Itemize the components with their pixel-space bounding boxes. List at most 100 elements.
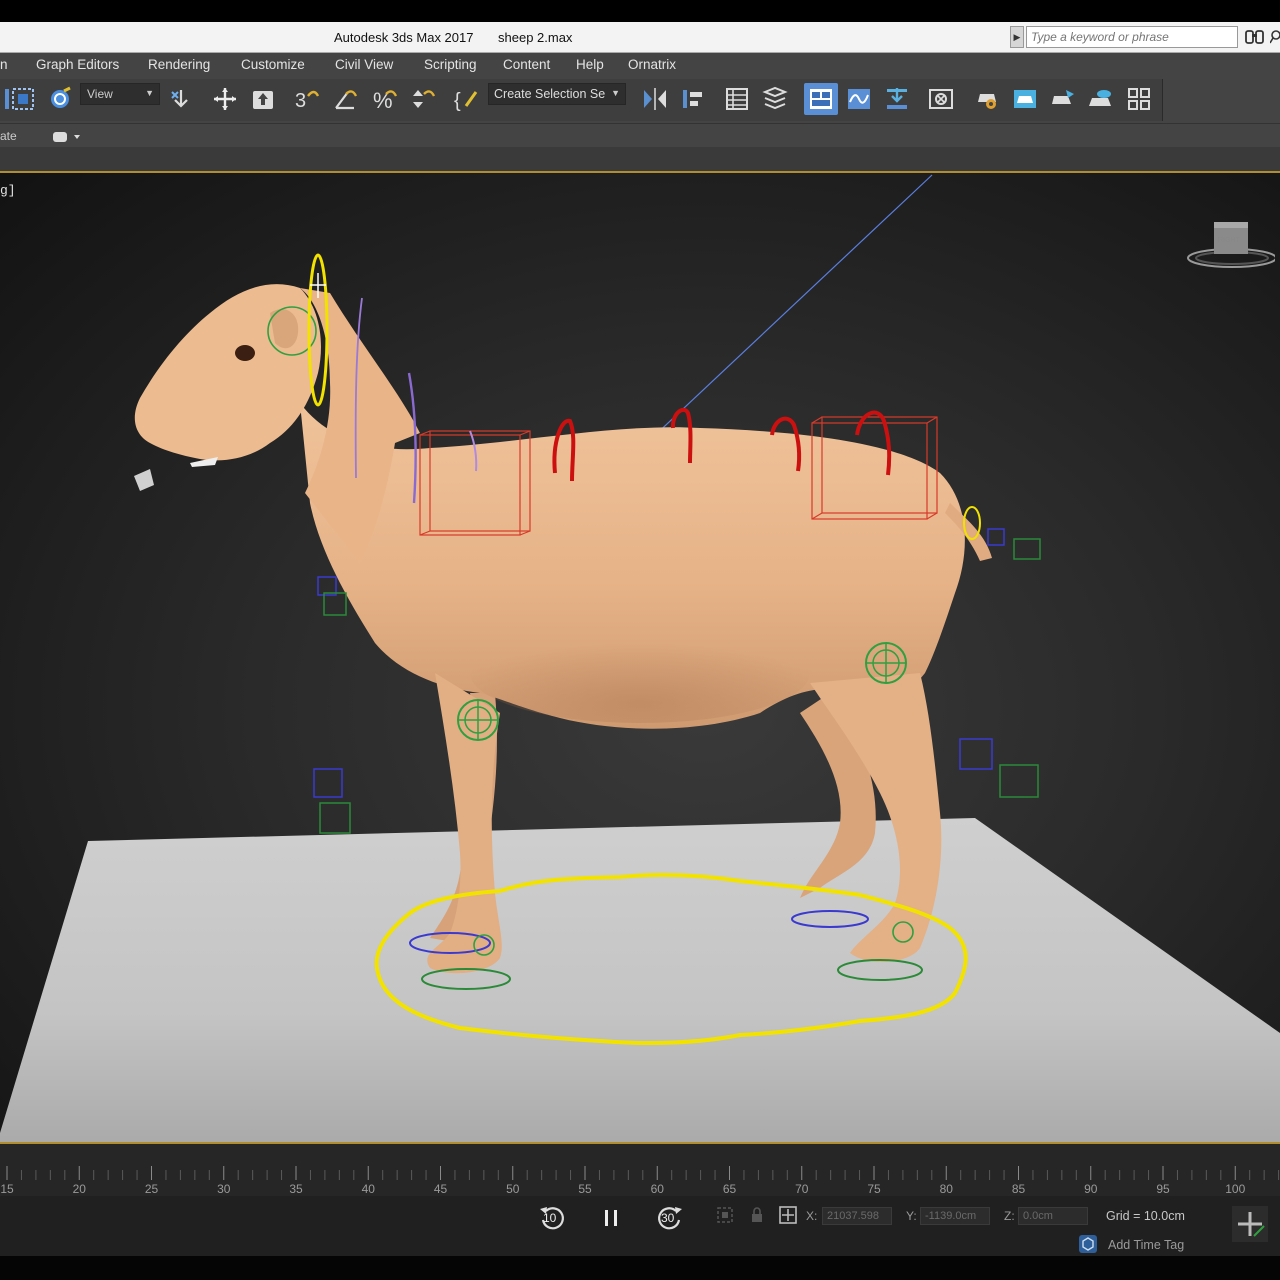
named-selection-value: Create Selection Se <box>494 87 606 101</box>
scene-explorer-icon[interactable] <box>724 86 750 112</box>
y-label: Y: <box>906 1209 917 1223</box>
percent-snap-icon[interactable]: % <box>372 86 398 113</box>
timeline-tick-label: 65 <box>722 1182 737 1196</box>
timeline-tick-label: 25 <box>144 1182 159 1196</box>
shoulder-box-green[interactable] <box>323 592 347 616</box>
tail-box-green[interactable] <box>1013 538 1041 560</box>
front-ik-box-green[interactable] <box>319 802 351 834</box>
search-expand-arrow-icon[interactable]: ▶ <box>1010 26 1024 48</box>
y-coordinate-field[interactable]: -1139.0cm <box>920 1207 990 1225</box>
layer-explorer-icon[interactable] <box>762 86 788 112</box>
ground-plane[interactable] <box>0 818 1280 1143</box>
sheep-head[interactable] <box>134 284 321 461</box>
chevron-down-icon: ▼ <box>611 88 620 98</box>
curve-editor-icon[interactable] <box>846 86 872 112</box>
svg-text:3: 3 <box>295 90 306 112</box>
step-forward-frames: 30 <box>661 1211 675 1225</box>
ribbon-options-icon[interactable] <box>52 130 80 142</box>
front-ik-box-blue[interactable] <box>313 768 343 798</box>
select-region-icon[interactable] <box>10 86 36 112</box>
svg-text:{: { <box>454 90 461 112</box>
spinner-snap-icon[interactable] <box>410 86 436 112</box>
named-selection-dropdown[interactable]: Create Selection Se ▼ <box>488 83 626 105</box>
add-time-tag-button[interactable]: Add Time Tag <box>1108 1238 1184 1252</box>
menu-item-graph-editors[interactable]: Graph Editors <box>36 57 119 72</box>
timeline-tick-label: 20 <box>72 1182 86 1196</box>
menu-item-help[interactable]: Help <box>576 57 604 72</box>
edit-named-selection-icon[interactable]: { <box>454 86 480 112</box>
reference-coordinate-value: View <box>87 87 113 101</box>
add-icon[interactable] <box>1232 1206 1268 1242</box>
timeline-tick-label: 50 <box>506 1182 520 1196</box>
ribbon-panel <box>0 147 1280 171</box>
screen-bottom-edge <box>0 1256 1280 1280</box>
app-title: Autodesk 3ds Max 2017 <box>334 30 474 45</box>
timeline-tick-label: 80 <box>939 1182 953 1196</box>
snaps-toggle-3d-icon[interactable]: 3 <box>294 86 320 112</box>
menu-bar: n Graph Editors Rendering Customize Civi… <box>0 53 1280 77</box>
timeline-tick-label: 75 <box>867 1182 881 1196</box>
viewport-label[interactable]: g] <box>0 183 16 198</box>
toggle-ribbon-icon[interactable] <box>804 83 838 115</box>
timeline-tick-label: 45 <box>433 1182 448 1196</box>
menu-item-scripting[interactable]: Scripting <box>424 57 477 72</box>
ribbon-row: ate <box>0 123 1280 148</box>
info-center-icon[interactable] <box>1269 28 1280 46</box>
menu-item-civil-view[interactable]: Civil View <box>335 57 393 72</box>
reference-coordinate-dropdown[interactable]: View ▼ <box>80 83 160 105</box>
mirror-icon[interactable] <box>642 86 668 112</box>
ribbon-tab-label[interactable]: ate <box>0 129 17 143</box>
tail-box-blue[interactable] <box>987 528 1005 546</box>
scene-canvas[interactable] <box>0 173 1280 1143</box>
x-coordinate-field[interactable]: 21037.598 <box>822 1207 892 1225</box>
status-bar: 10 30 X: 21037.598 Y: -1139.0cm Z: 0.0cm… <box>0 1196 1280 1256</box>
absolute-mode-transform-icon[interactable] <box>778 1205 798 1225</box>
dope-sheet-icon[interactable] <box>884 86 910 112</box>
search-input[interactable] <box>1026 26 1238 48</box>
timeline-tick-label: 15 <box>0 1182 14 1196</box>
timeline-tick-label: 40 <box>361 1182 375 1196</box>
select-and-link-icon[interactable] <box>168 86 194 112</box>
viewport[interactable]: g] RIGHT <box>0 173 1280 1143</box>
menu-item-customize[interactable]: Customize <box>241 57 305 72</box>
back-ik-box-blue[interactable] <box>959 738 993 770</box>
timeline[interactable]: 15 20 25 30 35 40 45 50 55 60 65 70 75 80 85 90 95 100 <box>0 1144 1280 1196</box>
back-ik-box-green[interactable] <box>999 764 1039 798</box>
schematic-view-icon[interactable] <box>928 86 954 112</box>
step-back-frames: 10 <box>543 1211 557 1225</box>
angle-snap-icon[interactable] <box>332 86 358 112</box>
align-icon[interactable] <box>680 86 706 112</box>
jaw-control[interactable] <box>134 469 154 491</box>
menu-item-rendering[interactable]: Rendering <box>148 57 210 72</box>
knee-target-back[interactable] <box>865 642 907 684</box>
menu-item-animation[interactable]: n <box>0 57 8 72</box>
rendered-frame-window-icon[interactable] <box>1012 86 1038 112</box>
viewcube-icon[interactable] <box>1180 218 1277 278</box>
timeline-tick-label: 95 <box>1156 1182 1170 1196</box>
z-coordinate-field[interactable]: 0.0cm <box>1018 1207 1088 1225</box>
menu-item-content[interactable]: Content <box>503 57 550 72</box>
a360-gallery-icon[interactable] <box>1126 86 1152 112</box>
timeline-tick-label: 70 <box>795 1182 809 1196</box>
render-production-icon[interactable] <box>1050 86 1076 112</box>
elbow-target-front[interactable] <box>457 699 499 741</box>
selection-lock-icon[interactable] <box>748 1206 766 1224</box>
grid-size-label: Grid = 10.0cm <box>1106 1209 1185 1223</box>
timeline-tick-label: 55 <box>578 1182 592 1196</box>
title-bar: Autodesk 3ds Max 2017 sheep 2.max ▶ <box>0 22 1280 53</box>
binoculars-icon[interactable] <box>1244 28 1266 46</box>
pause-button[interactable] <box>596 1202 628 1234</box>
viewcube-face-label: RIGHT <box>1218 237 1240 244</box>
select-and-move-icon[interactable] <box>212 86 238 112</box>
menu-item-ornatrix[interactable]: Ornatrix <box>628 57 676 72</box>
render-setup-icon[interactable] <box>974 86 1000 112</box>
isolate-selection-icon[interactable] <box>716 1206 734 1224</box>
z-label: Z: <box>1004 1209 1015 1223</box>
timeline-tick-label: 100 <box>1225 1182 1246 1196</box>
window-crossing-icon[interactable] <box>46 86 72 112</box>
x-coordinate-value: 21037.598 <box>827 1210 879 1222</box>
x-label: X: <box>806 1209 818 1223</box>
time-tag-icon[interactable] <box>1078 1234 1098 1254</box>
select-and-place-icon[interactable] <box>250 86 276 112</box>
render-in-cloud-icon[interactable] <box>1088 86 1114 112</box>
